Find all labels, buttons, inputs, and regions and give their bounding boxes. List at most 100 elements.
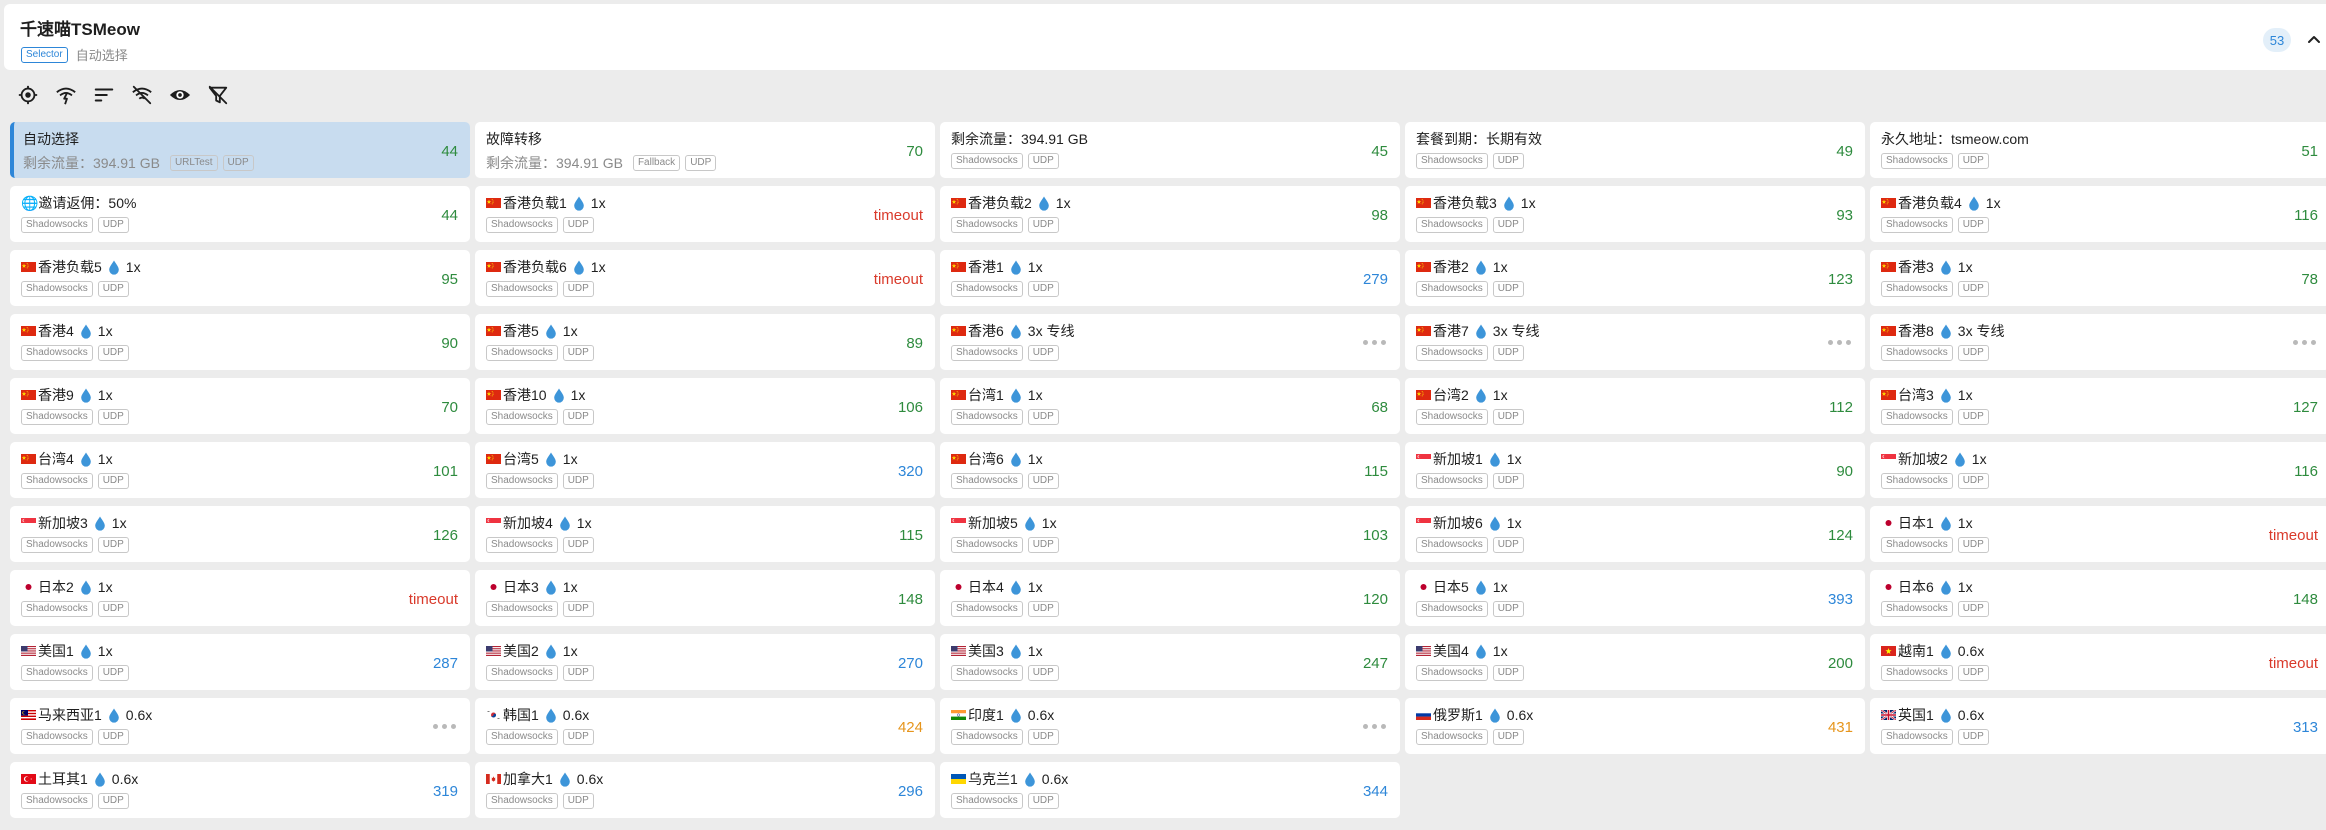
proxy-card[interactable]: 套餐到期：长期有效 Shadowsocks UDP 49 — [1405, 122, 1865, 178]
proxy-card[interactable]: 英国1 0.6x Shadowsocks UDP 313 — [1870, 698, 2326, 754]
proxy-group-header[interactable]: 千速喵TSMeow Selector 自动选择 53 — [4, 4, 2326, 70]
proxy-card[interactable]: 土耳其1 0.6x Shadowsocks UDP 319 — [10, 762, 470, 818]
proxy-card[interactable]: 韩国1 0.6x Shadowsocks UDP 424 — [475, 698, 935, 754]
proxy-delay[interactable]: 45 — [1371, 143, 1388, 160]
proxy-delay[interactable]: 296 — [898, 783, 923, 800]
proxy-delay[interactable]: 148 — [2293, 591, 2318, 608]
proxy-card[interactable]: 香港7 3x 专线 Shadowsocks UDP — [1405, 314, 1865, 370]
hide-unavailable-button[interactable] — [130, 83, 154, 107]
delay-test-button[interactable] — [54, 83, 78, 107]
proxy-delay[interactable]: 344 — [1363, 783, 1388, 800]
sort-button[interactable] — [92, 83, 116, 107]
proxy-delay[interactable]: 90 — [441, 335, 458, 352]
proxy-card[interactable]: 新加坡6 1x Shadowsocks UDP 124 — [1405, 506, 1865, 562]
proxy-delay[interactable]: timeout — [2269, 655, 2318, 672]
proxy-delay[interactable]: 393 — [1828, 591, 1853, 608]
proxy-card[interactable]: 香港负载1 1x Shadowsocks UDP timeout — [475, 186, 935, 242]
proxy-delay[interactable]: 98 — [1371, 207, 1388, 224]
proxy-delay[interactable]: 148 — [898, 591, 923, 608]
untested-dots-icon[interactable] — [2289, 340, 2316, 345]
proxy-delay[interactable]: timeout — [2269, 527, 2318, 544]
proxy-card[interactable]: 印度1 0.6x Shadowsocks UDP — [940, 698, 1400, 754]
locate-button[interactable] — [16, 83, 40, 107]
proxy-card[interactable]: 香港负载5 1x Shadowsocks UDP 95 — [10, 250, 470, 306]
proxy-card[interactable]: 香港3 1x Shadowsocks UDP 78 — [1870, 250, 2326, 306]
proxy-card[interactable]: 自动选择 剩余流量：394.91 GB URLTest UDP 44 — [10, 122, 470, 178]
proxy-delay[interactable]: 270 — [898, 655, 923, 672]
proxy-delay[interactable]: 279 — [1363, 271, 1388, 288]
proxy-delay[interactable]: timeout — [874, 271, 923, 288]
proxy-delay[interactable]: 106 — [898, 399, 923, 416]
proxy-delay[interactable]: 319 — [433, 783, 458, 800]
proxy-delay[interactable]: 49 — [1836, 143, 1853, 160]
proxy-delay[interactable]: 247 — [1363, 655, 1388, 672]
untested-dots-icon[interactable] — [1824, 340, 1851, 345]
proxy-card[interactable]: 美国2 1x Shadowsocks UDP 270 — [475, 634, 935, 690]
proxy-card[interactable]: 马来西亚1 0.6x Shadowsocks UDP — [10, 698, 470, 754]
proxy-card[interactable]: 日本1 1x Shadowsocks UDP timeout — [1870, 506, 2326, 562]
proxy-delay[interactable]: 89 — [906, 335, 923, 352]
proxy-delay[interactable]: 200 — [1828, 655, 1853, 672]
proxy-delay[interactable]: 124 — [1828, 527, 1853, 544]
proxy-card[interactable]: 香港2 1x Shadowsocks UDP 123 — [1405, 250, 1865, 306]
proxy-delay[interactable]: 70 — [906, 143, 923, 160]
proxy-card[interactable]: 日本3 1x Shadowsocks UDP 148 — [475, 570, 935, 626]
proxy-delay[interactable]: timeout — [409, 591, 458, 608]
proxy-delay[interactable]: 120 — [1363, 591, 1388, 608]
proxy-delay[interactable]: 70 — [441, 399, 458, 416]
proxy-card[interactable]: 香港6 3x 专线 Shadowsocks UDP — [940, 314, 1400, 370]
proxy-card[interactable]: 新加坡2 1x Shadowsocks UDP 116 — [1870, 442, 2326, 498]
proxy-card[interactable]: 香港9 1x Shadowsocks UDP 70 — [10, 378, 470, 434]
proxy-card[interactable]: 🌐邀请返佣：50% Shadowsocks UDP 44 — [10, 186, 470, 242]
proxy-card[interactable]: 日本6 1x Shadowsocks UDP 148 — [1870, 570, 2326, 626]
proxy-delay[interactable]: 287 — [433, 655, 458, 672]
proxy-card[interactable]: 台湾4 1x Shadowsocks UDP 101 — [10, 442, 470, 498]
proxy-delay[interactable]: 103 — [1363, 527, 1388, 544]
proxy-card[interactable]: 香港负载2 1x Shadowsocks UDP 98 — [940, 186, 1400, 242]
proxy-delay[interactable]: 116 — [2294, 463, 2318, 480]
untested-dots-icon[interactable] — [429, 724, 456, 729]
proxy-card[interactable]: 新加坡1 1x Shadowsocks UDP 90 — [1405, 442, 1865, 498]
proxy-card[interactable]: 日本2 1x Shadowsocks UDP timeout — [10, 570, 470, 626]
proxy-card[interactable]: 香港10 1x Shadowsocks UDP 106 — [475, 378, 935, 434]
proxy-card[interactable]: 美国3 1x Shadowsocks UDP 247 — [940, 634, 1400, 690]
proxy-card[interactable]: 加拿大1 0.6x Shadowsocks UDP 296 — [475, 762, 935, 818]
proxy-delay[interactable]: 78 — [2301, 271, 2318, 288]
filter-button[interactable] — [206, 83, 230, 107]
untested-dots-icon[interactable] — [1359, 340, 1386, 345]
proxy-card[interactable]: 日本5 1x Shadowsocks UDP 393 — [1405, 570, 1865, 626]
proxy-card[interactable]: 乌克兰1 0.6x Shadowsocks UDP 344 — [940, 762, 1400, 818]
proxy-card[interactable]: 台湾3 1x Shadowsocks UDP 127 — [1870, 378, 2326, 434]
proxy-card[interactable]: 香港负载4 1x Shadowsocks UDP 116 — [1870, 186, 2326, 242]
proxy-delay[interactable]: 115 — [1364, 463, 1388, 480]
proxy-card[interactable]: 香港负载3 1x Shadowsocks UDP 93 — [1405, 186, 1865, 242]
proxy-delay[interactable]: 51 — [2301, 143, 2318, 160]
proxy-card[interactable]: 香港1 1x Shadowsocks UDP 279 — [940, 250, 1400, 306]
proxy-delay[interactable]: 68 — [1371, 399, 1388, 416]
proxy-card[interactable]: 香港5 1x Shadowsocks UDP 89 — [475, 314, 935, 370]
proxy-card[interactable]: 香港8 3x 专线 Shadowsocks UDP — [1870, 314, 2326, 370]
proxy-card[interactable]: 剩余流量：394.91 GB Shadowsocks UDP 45 — [940, 122, 1400, 178]
chevron-up-icon[interactable] — [2304, 29, 2324, 49]
show-details-button[interactable] — [168, 83, 192, 107]
proxy-delay[interactable]: timeout — [874, 207, 923, 224]
untested-dots-icon[interactable] — [1359, 724, 1386, 729]
proxy-card[interactable]: 台湾2 1x Shadowsocks UDP 112 — [1405, 378, 1865, 434]
proxy-card[interactable]: 越南1 0.6x Shadowsocks UDP timeout — [1870, 634, 2326, 690]
proxy-delay[interactable]: 93 — [1836, 207, 1853, 224]
proxy-card[interactable]: 台湾5 1x Shadowsocks UDP 320 — [475, 442, 935, 498]
proxy-card[interactable]: 台湾6 1x Shadowsocks UDP 115 — [940, 442, 1400, 498]
proxy-delay[interactable]: 116 — [2294, 207, 2318, 224]
proxy-delay[interactable]: 44 — [441, 143, 458, 160]
proxy-delay[interactable]: 127 — [2293, 399, 2318, 416]
proxy-card[interactable]: 日本4 1x Shadowsocks UDP 120 — [940, 570, 1400, 626]
proxy-delay[interactable]: 44 — [441, 207, 458, 224]
proxy-delay[interactable]: 431 — [1828, 719, 1853, 736]
proxy-card[interactable]: 台湾1 1x Shadowsocks UDP 68 — [940, 378, 1400, 434]
proxy-delay[interactable]: 424 — [898, 719, 923, 736]
proxy-delay[interactable]: 115 — [899, 527, 923, 544]
proxy-card[interactable]: 香港负载6 1x Shadowsocks UDP timeout — [475, 250, 935, 306]
proxy-delay[interactable]: 320 — [898, 463, 923, 480]
proxy-card[interactable]: 新加坡3 1x Shadowsocks UDP 126 — [10, 506, 470, 562]
proxy-delay[interactable]: 112 — [1829, 399, 1853, 416]
